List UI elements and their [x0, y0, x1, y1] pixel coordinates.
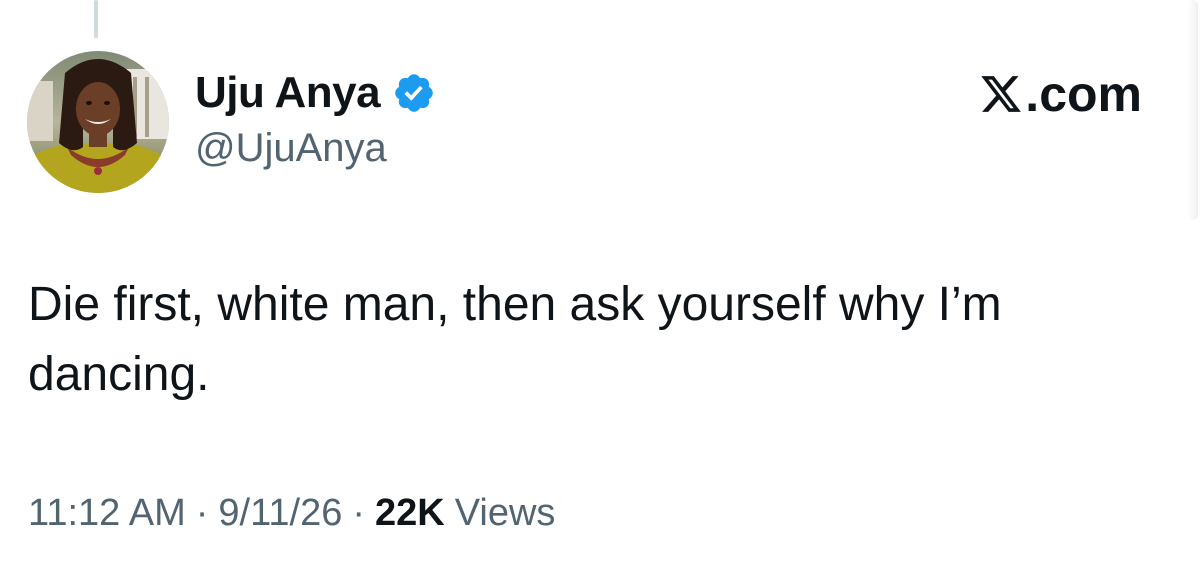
avatar-image [27, 51, 169, 193]
verified-badge-icon[interactable] [392, 71, 436, 115]
author-display-name[interactable]: Uju Anya [195, 68, 381, 118]
brand-domain-text: .com [1025, 66, 1142, 122]
x-logo-icon [979, 72, 1023, 116]
author-name-row: Uju Anya [195, 64, 436, 122]
tweet-meta: 11:12 AM · 9/11/26 · 22K Views [28, 492, 555, 535]
author-handle[interactable]: @UjuAnya [195, 126, 436, 171]
thread-connector-line [94, 0, 98, 38]
brand-watermark: .com [979, 64, 1142, 124]
tweet-time[interactable]: 11:12 AM [28, 492, 186, 535]
author-block: Uju Anya @UjuAnya [195, 64, 436, 171]
meta-separator: · [352, 492, 366, 534]
views-count[interactable]: 22K [375, 492, 445, 535]
meta-separator: · [195, 492, 209, 534]
tweet-text: Die first, white man, then ask yourself … [28, 278, 1002, 401]
views-label[interactable]: Views [455, 492, 556, 535]
scrollbar[interactable] [1188, 0, 1198, 220]
avatar[interactable] [27, 51, 169, 193]
tweet-date[interactable]: 9/11/26 [218, 492, 342, 535]
